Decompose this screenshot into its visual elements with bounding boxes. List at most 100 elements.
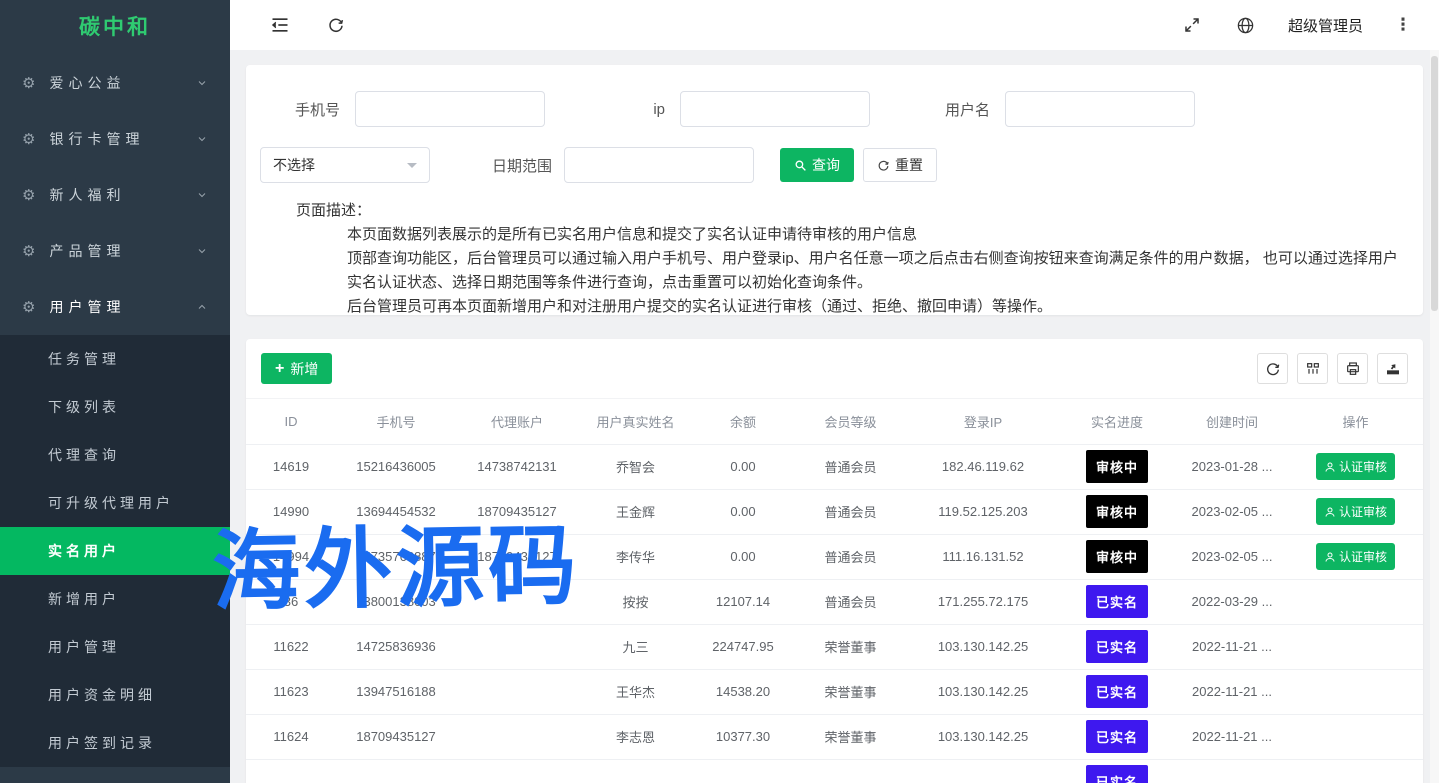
column-header: 会员等级 [793, 399, 908, 444]
fullscreen-icon[interactable] [1178, 11, 1206, 39]
table-cell-status: 已实名 [1058, 714, 1176, 759]
table-cell: 14725836936 [336, 624, 456, 669]
ip-input[interactable] [680, 91, 870, 127]
table-cell-created: 2022-11-21 ... [1176, 669, 1288, 714]
search-button[interactable]: 查询 [780, 148, 854, 182]
table-cell: 普通会员 [793, 534, 908, 579]
chevron-down-icon [196, 133, 208, 145]
audit-button[interactable]: 认证审核 [1316, 498, 1395, 525]
filter-row-1: 手机号 ip 用户名 [260, 91, 1409, 127]
table-cell: 18709435127 [456, 534, 578, 579]
sidebar-item-label: 产品管理 [49, 241, 125, 261]
table-toolbar: + 新增 [246, 339, 1423, 399]
person-icon [1324, 461, 1336, 473]
table-cell-created: 2022-11-21 ... [1176, 624, 1288, 669]
table-cell [456, 714, 578, 759]
sidebar-item-1[interactable]: ⚙银行卡管理 [0, 111, 230, 167]
status-badge: 已实名 [1086, 765, 1148, 783]
person-icon [1324, 506, 1336, 518]
table-cell-status: 已实名 [1058, 624, 1176, 669]
column-header: 余额 [693, 399, 793, 444]
date-range-label: 日期范围 [492, 155, 552, 176]
audit-button[interactable]: 认证审核 [1316, 453, 1395, 480]
table-cell [246, 759, 336, 783]
table-cell: 荣誉董事 [793, 624, 908, 669]
add-user-button[interactable]: + 新增 [261, 353, 332, 384]
table-cell [693, 759, 793, 783]
scrollbar-thumb[interactable] [1431, 56, 1438, 311]
chevron-up-icon [196, 301, 208, 313]
sidebar-item-4[interactable]: ⚙用户管理 [0, 279, 230, 335]
reset-button[interactable]: 重置 [863, 148, 937, 182]
table-cell-status: 审核中 [1058, 444, 1176, 489]
sidebar-item-label: 新人福利 [49, 185, 125, 205]
refresh-page-icon[interactable] [322, 11, 350, 39]
table-cell: 14994 [246, 534, 336, 579]
sidebar-item-3[interactable]: ⚙产品管理 [0, 223, 230, 279]
table-cell: 0.00 [693, 444, 793, 489]
gear-icon: ⚙ [22, 74, 35, 92]
table-cell-status: 已实名 [1058, 759, 1176, 783]
globe-icon[interactable] [1232, 11, 1260, 39]
topbar: 超级管理员 ⋮ [230, 0, 1439, 50]
status-badge: 已实名 [1086, 585, 1148, 618]
submenu-item-0[interactable]: 任务管理 [0, 335, 230, 383]
table-cell: 111.16.131.52 [908, 534, 1058, 579]
table-cell: 11624 [246, 714, 336, 759]
table-cell: 荣誉董事 [793, 714, 908, 759]
table-cell: 0.00 [693, 489, 793, 534]
vertical-scrollbar[interactable] [1430, 50, 1439, 783]
sidebar-item-label: 银行卡管理 [49, 129, 144, 149]
sidebar-item-0[interactable]: ⚙ 爱心公益 [0, 55, 230, 111]
table-row: 1162313947516188王华杰14538.20荣誉董事103.130.1… [246, 669, 1423, 714]
phone-input[interactable] [355, 91, 545, 127]
sidebar-submenu: 任务管理下级列表代理查询可升级代理用户实名用户新增用户用户管理用户资金明细用户签… [0, 335, 230, 767]
column-header: 代理账户 [456, 399, 578, 444]
sidebar-item-label: 爱心公益 [49, 73, 125, 93]
table-cell-status: 审核中 [1058, 534, 1176, 579]
table-cell [456, 759, 578, 783]
submenu-item-1[interactable]: 下级列表 [0, 383, 230, 431]
date-range-input[interactable] [564, 147, 754, 183]
submenu-item-8[interactable]: 用户签到记录 [0, 719, 230, 767]
table-cell-created: 2023-02-05 ... [1176, 489, 1288, 534]
submenu-item-7[interactable]: 用户资金明细 [0, 671, 230, 719]
table-cell: 王华杰 [578, 669, 693, 714]
submenu-item-3[interactable]: 可升级代理用户 [0, 479, 230, 527]
print-icon[interactable] [1337, 353, 1368, 384]
table-cell [456, 669, 578, 714]
table-cell: 224747.95 [693, 624, 793, 669]
table-refresh-icon[interactable] [1257, 353, 1288, 384]
username-input[interactable] [1005, 91, 1195, 127]
columns-filter-icon[interactable] [1297, 353, 1328, 384]
chevron-down-icon [196, 245, 208, 257]
submenu-item-2[interactable]: 代理查询 [0, 431, 230, 479]
status-select[interactable]: 不选择 [260, 147, 430, 183]
chevron-down-icon [196, 189, 208, 201]
audit-button[interactable]: 认证审核 [1316, 543, 1395, 570]
table-cell: 11623 [246, 669, 336, 714]
gear-icon: ⚙ [22, 186, 35, 204]
table-row: 1162418709435127李志恩10377.30荣誉董事103.130.1… [246, 714, 1423, 759]
table-cell: 103.130.142.25 [908, 714, 1058, 759]
table-header-row: ID手机号代理账户用户真实姓名余额会员等级登录IP实名进度创建时间操作 [246, 399, 1423, 444]
column-header: 创建时间 [1176, 399, 1288, 444]
table-row: 149901369445453218709435127王金辉0.00普通会员11… [246, 489, 1423, 534]
kebab-menu-icon[interactable]: ⋮ [1389, 11, 1417, 39]
page-description-lines: 本页面数据列表展示的是所有已实名用户信息和提交了实名认证申请待审核的用户信息顶部… [347, 223, 1399, 319]
table-cell-actions [1288, 714, 1423, 759]
table-row: 149941573576688718709435127李传华0.00普通会员11… [246, 534, 1423, 579]
submenu-item-5[interactable]: 新增用户 [0, 575, 230, 623]
sidebar-item-2[interactable]: ⚙ 新人福利 [0, 167, 230, 223]
table-cell: 13800138003 [336, 579, 456, 624]
current-user[interactable]: 超级管理员 [1288, 15, 1363, 36]
export-icon[interactable] [1377, 353, 1408, 384]
submenu-item-6[interactable]: 用户管理 [0, 623, 230, 671]
submenu-item-4[interactable]: 实名用户 [0, 527, 230, 575]
status-badge: 已实名 [1086, 720, 1148, 753]
table-cell: 14738742131 [456, 444, 578, 489]
column-header: 实名进度 [1058, 399, 1176, 444]
table-cell-status: 已实名 [1058, 579, 1176, 624]
collapse-sidebar-icon[interactable] [266, 11, 294, 39]
table-card: + 新增 [246, 339, 1423, 783]
